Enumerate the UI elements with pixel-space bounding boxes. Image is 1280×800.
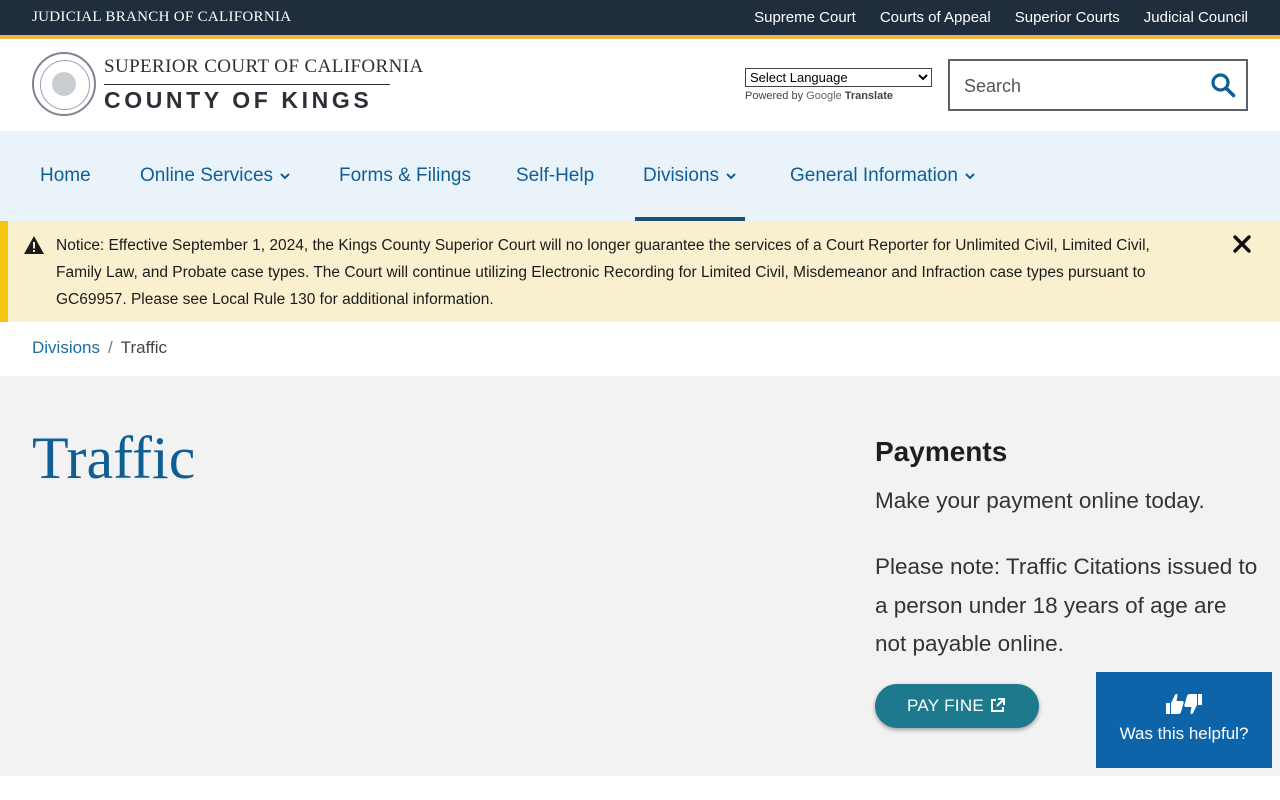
breadcrumb-separator: / <box>108 338 113 357</box>
link-courts-of-appeal[interactable]: Courts of Appeal <box>880 9 991 26</box>
chevron-down-icon <box>280 173 290 180</box>
link-supreme-court[interactable]: Supreme Court <box>754 9 856 26</box>
nav-forms-filings[interactable]: Forms & Filings <box>339 131 471 221</box>
link-superior-courts[interactable]: Superior Courts <box>1015 9 1120 26</box>
utility-bar: JUDICIAL BRANCH OF CALIFORNIA Supreme Co… <box>0 0 1280 39</box>
nav-home[interactable]: Home <box>40 131 91 221</box>
nav-general-information-label: General Information <box>790 165 958 186</box>
nav-divisions[interactable]: Divisions <box>634 131 746 221</box>
nav-forms-filings-label: Forms & Filings <box>339 165 471 186</box>
link-judicial-council[interactable]: Judicial Council <box>1144 9 1248 26</box>
thumbs-up-down-icon <box>1166 693 1202 715</box>
site-header: SUPERIOR COURT OF CALIFORNIA COUNTY OF K… <box>0 39 1280 131</box>
powered-by-label: Powered by <box>745 90 804 102</box>
chevron-down-icon <box>965 173 975 180</box>
nav-self-help[interactable]: Self-Help <box>516 131 594 221</box>
main-content: Traffic Payments Make your payment onlin… <box>0 376 1280 776</box>
google-translate: Select Language Powered by Google Transl… <box>745 68 932 102</box>
nav-online-services-label: Online Services <box>140 165 274 186</box>
feedback-widget[interactable]: Was this helpful? <box>1096 672 1272 768</box>
nav-divisions-label: Divisions <box>643 165 720 186</box>
search-input[interactable] <box>962 73 1206 99</box>
notice-banner: Notice: Effective September 1, 2024, the… <box>0 221 1280 322</box>
court-seal-icon[interactable] <box>32 52 96 116</box>
page-title: Traffic <box>32 425 196 491</box>
breadcrumb: Divisions / Traffic <box>32 338 167 358</box>
nav-online-services[interactable]: Online Services <box>140 131 291 221</box>
powered-by-google: Powered by Google Translate <box>745 90 932 102</box>
nav-self-help-label: Self-Help <box>516 165 595 186</box>
language-select[interactable]: Select Language <box>745 68 932 87</box>
breadcrumb-current: Traffic <box>120 338 168 357</box>
close-icon[interactable] <box>1232 234 1252 254</box>
payments-text: Make your payment online today. <box>875 488 1205 513</box>
payments-heading: Payments <box>875 436 1008 467</box>
logo-divider <box>104 84 390 85</box>
search-box <box>948 59 1248 111</box>
payments-note: Please note: Traffic Citations issued to… <box>875 554 1258 656</box>
notice-text: Notice: Effective September 1, 2024, the… <box>56 237 1150 308</box>
breadcrumb-divisions[interactable]: Divisions <box>32 338 100 357</box>
logo-superior-court[interactable]: SUPERIOR COURT OF CALIFORNIA <box>104 56 424 78</box>
pay-fine-label: PAY FINE <box>907 696 985 715</box>
pay-fine-button[interactable]: PAY FINE <box>875 684 1039 728</box>
google-logo[interactable]: Google <box>806 90 841 102</box>
external-link-icon <box>991 698 1005 712</box>
judicial-branch-brand[interactable]: JUDICIAL BRANCH OF CALIFORNIA <box>32 9 291 26</box>
translate-label: Translate <box>844 90 894 102</box>
nav-home-label: Home <box>40 165 91 186</box>
chevron-down-icon <box>726 173 736 180</box>
warning-icon <box>24 236 44 254</box>
logo-county[interactable]: COUNTY OF KINGS <box>104 87 372 114</box>
utility-links: Supreme Court Courts of Appeal Superior … <box>754 9 1248 26</box>
feedback-label: Was this helpful? <box>1119 724 1249 743</box>
main-nav: Home Online Services Forms & Filings Sel… <box>0 131 1280 221</box>
search-icon[interactable] <box>1210 72 1236 98</box>
nav-general-information[interactable]: General Information <box>790 131 976 221</box>
